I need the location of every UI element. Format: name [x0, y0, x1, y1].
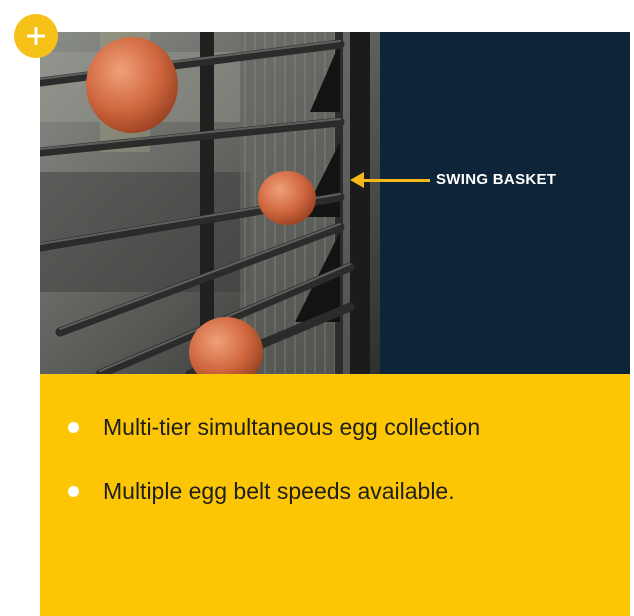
- swing-basket-label: SWING BASKET: [436, 171, 557, 188]
- feature-text: Multiple egg belt speeds available.: [103, 477, 455, 504]
- product-card: SWING BASKET Multi-tier simultaneous egg…: [40, 32, 630, 616]
- features-panel: Multi-tier simultaneous egg collection M…: [40, 374, 630, 616]
- expand-button[interactable]: [14, 14, 58, 58]
- feature-list: Multi-tier simultaneous egg collection M…: [68, 411, 480, 539]
- callout-panel: SWING BASKET: [350, 32, 630, 374]
- egg-collection-photo: [40, 32, 380, 374]
- callout-line: [362, 179, 430, 182]
- feature-item: Multi-tier simultaneous egg collection: [68, 411, 480, 443]
- plus-icon: [27, 27, 45, 45]
- feature-text: Multi-tier simultaneous egg collection: [103, 413, 481, 440]
- feature-item: Multiple egg belt speeds available.: [68, 475, 480, 507]
- bullet-dot-icon: [68, 485, 79, 497]
- bullet-dot-icon: [68, 421, 79, 433]
